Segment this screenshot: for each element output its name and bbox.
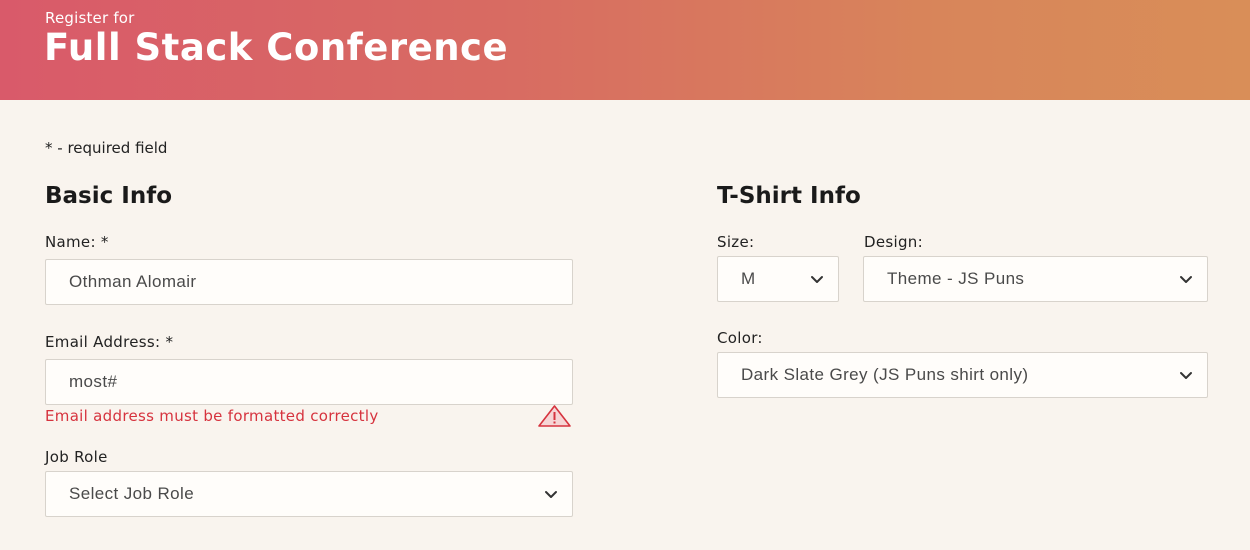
header-subtitle: Register for [45, 9, 135, 27]
size-select[interactable]: M [717, 256, 839, 302]
size-value: M [741, 269, 756, 288]
chevron-down-icon [1180, 276, 1192, 283]
name-label: Name: * [45, 233, 109, 251]
page-header: Register for Full Stack Conference [0, 0, 1250, 100]
design-select[interactable]: Theme - JS Puns [863, 256, 1208, 302]
required-field-note: * - required field [45, 139, 168, 157]
tshirt-info-heading: T-Shirt Info [717, 183, 861, 209]
design-value: Theme - JS Puns [887, 269, 1025, 288]
name-input[interactable]: Othman Alomair [45, 259, 573, 305]
size-label: Size: [717, 233, 755, 251]
email-input[interactable]: most# [45, 359, 573, 405]
job-role-select[interactable]: Select Job Role [45, 471, 573, 517]
job-role-label: Job Role [45, 448, 108, 466]
chevron-down-icon [1180, 372, 1192, 379]
basic-info-heading: Basic Info [45, 183, 173, 209]
design-label: Design: [864, 233, 923, 251]
email-label: Email Address: * [45, 333, 174, 351]
chevron-down-icon [545, 491, 557, 498]
email-error-message: Email address must be formatted correctl… [45, 407, 379, 425]
warning-triangle-icon [538, 405, 571, 427]
color-label: Color: [717, 329, 763, 347]
chevron-down-icon [811, 276, 823, 283]
color-value: Dark Slate Grey (JS Puns shirt only) [741, 365, 1029, 384]
job-role-value: Select Job Role [69, 484, 195, 503]
color-select[interactable]: Dark Slate Grey (JS Puns shirt only) [717, 352, 1208, 398]
page-title: Full Stack Conference [44, 26, 509, 69]
